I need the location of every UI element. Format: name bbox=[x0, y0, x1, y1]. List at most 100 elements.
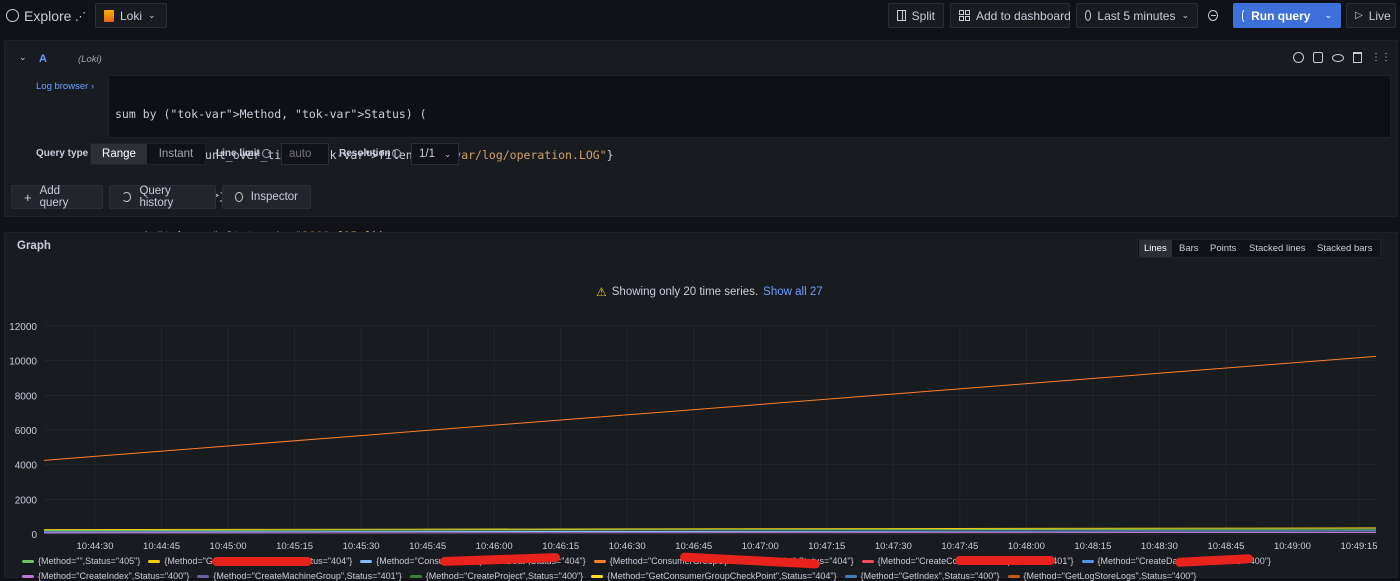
legend-label: {Method="CreateIndex",Status="400"} bbox=[38, 571, 190, 581]
trash-icon[interactable] bbox=[1353, 52, 1362, 63]
help-icon[interactable] bbox=[1293, 52, 1304, 63]
dashboard-icon bbox=[959, 10, 970, 21]
resolution-label: Resolution bbox=[339, 148, 391, 159]
info-icon bbox=[392, 149, 401, 158]
log-browser-label: Log browser bbox=[36, 81, 89, 92]
legend-swatch bbox=[844, 574, 857, 578]
mode-stacked-lines[interactable]: Stacked lines bbox=[1244, 240, 1311, 257]
drag-handle-icon[interactable]: ⋮⋮ bbox=[1371, 52, 1391, 63]
chevron-down-icon: ⌄ bbox=[444, 149, 451, 159]
info-icon bbox=[262, 149, 271, 158]
share-icon[interactable]: ⋰ bbox=[75, 10, 86, 23]
clock-icon bbox=[1085, 10, 1092, 21]
history-icon bbox=[122, 192, 132, 202]
legend-item[interactable]: {Method="CreateProject",Status="400"} bbox=[409, 571, 584, 581]
run-query-label: Run query bbox=[1251, 8, 1311, 23]
add-query-label: Add query bbox=[39, 185, 69, 209]
legend-item[interactable]: {Method="",Status="405"} bbox=[22, 556, 140, 566]
redaction-mark bbox=[212, 557, 312, 566]
datasource-name: Loki bbox=[120, 8, 143, 23]
code-line-1: sum by ("tok-var">Method, "tok-var">Stat… bbox=[115, 107, 427, 121]
legend-item[interactable]: {Method="GetConsumerGroupCheckPoint",Sta… bbox=[591, 571, 837, 581]
resolution-value: 1/1 bbox=[419, 148, 435, 160]
query-history-button[interactable]: Query history bbox=[109, 185, 216, 209]
legend-swatch bbox=[22, 574, 34, 578]
legend-item[interactable]: {Method="CreateIndex",Status="400"} bbox=[22, 571, 189, 581]
warning-text: Showing only 20 time series. bbox=[611, 286, 759, 298]
chevron-down-icon: ⌄ bbox=[1181, 10, 1189, 20]
query-type-label: Query type bbox=[36, 148, 89, 159]
inspector-label: Inspector bbox=[250, 191, 298, 203]
query-row-actions: ⋮⋮ bbox=[1293, 52, 1391, 63]
split-button[interactable]: Split bbox=[888, 3, 944, 28]
add-query-button[interactable]: + Add query bbox=[11, 185, 103, 209]
warning-icon: ⚠ bbox=[596, 285, 607, 299]
legend-swatch bbox=[22, 559, 34, 563]
legend-swatch bbox=[1081, 559, 1094, 563]
mode-stacked-bars[interactable]: Stacked bars bbox=[1312, 240, 1377, 257]
legend-swatch bbox=[360, 559, 373, 563]
page-title: Explore bbox=[24, 8, 72, 24]
legend-label: {Method="GetIndex",Status="400"} bbox=[860, 571, 1000, 581]
line-limit-label: Line limit bbox=[216, 148, 260, 159]
info-circle-icon bbox=[235, 192, 243, 202]
legend-swatch bbox=[861, 559, 874, 563]
resolution-select[interactable]: 1/1 ⌄ bbox=[411, 143, 459, 165]
query-type-toggle: Range Instant bbox=[90, 143, 206, 165]
query-type-instant[interactable]: Instant bbox=[147, 144, 205, 164]
log-browser-button[interactable]: Log browser › bbox=[36, 81, 94, 92]
split-icon bbox=[897, 10, 906, 21]
legend-swatch bbox=[197, 574, 210, 578]
legend-item[interactable]: {Method="CreateMachineGroup",Status="401… bbox=[197, 571, 402, 581]
legend-swatch bbox=[409, 574, 422, 578]
loki-logo-icon bbox=[104, 9, 114, 22]
legend-swatch bbox=[1007, 574, 1020, 578]
legend-label: {Method="CreateProject",Status="400"} bbox=[425, 571, 584, 581]
top-navbar: Explore ⋰ Loki ⌄ Split Add to dashboard … bbox=[0, 0, 1400, 32]
plus-icon: + bbox=[24, 189, 32, 205]
legend-label: {Method="CreateMachineGroup",Status="401… bbox=[213, 571, 402, 581]
show-all-link[interactable]: Show all 27 bbox=[763, 286, 822, 298]
redaction-mark bbox=[955, 556, 1055, 565]
zoom-out-button[interactable] bbox=[1200, 3, 1226, 28]
legend-label: {Method="GetLogStoreLogs",Status="400"} bbox=[1023, 571, 1197, 581]
duplicate-icon[interactable] bbox=[1313, 52, 1323, 63]
live-label: Live bbox=[1368, 8, 1391, 23]
inspector-button[interactable]: Inspector bbox=[222, 185, 311, 209]
graph-title: Graph bbox=[17, 240, 51, 252]
legend-row-2: {Method="CreateIndex",Status="400"} {Meth… bbox=[22, 571, 1196, 581]
query-datasource-tag: (Loki) bbox=[78, 54, 102, 65]
graph-panel bbox=[4, 232, 1398, 578]
add-to-dashboard-button[interactable]: Add to dashboard bbox=[950, 3, 1071, 28]
query-type-range[interactable]: Range bbox=[91, 144, 147, 164]
mode-lines[interactable]: Lines bbox=[1139, 240, 1172, 257]
refresh-icon bbox=[1242, 9, 1246, 22]
chevron-down-icon: ⌄ bbox=[148, 10, 156, 20]
mode-bars[interactable]: Bars bbox=[1174, 240, 1204, 257]
run-query-button[interactable]: Run query ⌄ bbox=[1233, 3, 1341, 28]
legend-row-1: {Method="",Status="405"}{Method="GetPost… bbox=[22, 556, 1271, 566]
explore-icon bbox=[6, 9, 19, 22]
legend-item[interactable]: {Method="GetIndex",Status="400"} bbox=[844, 571, 1000, 581]
datasource-picker[interactable]: Loki ⌄ bbox=[95, 3, 167, 28]
legend-swatch bbox=[591, 574, 604, 578]
series-limit-warning: ⚠ Showing only 20 time series. Show all … bbox=[596, 285, 823, 299]
mode-points[interactable]: Points bbox=[1205, 240, 1241, 257]
time-range-label: Last 5 minutes bbox=[1097, 8, 1176, 23]
legend-item[interactable]: {Method="GetLogStoreLogs",Status="400"} bbox=[1007, 571, 1197, 581]
eye-icon[interactable] bbox=[1332, 54, 1344, 62]
collapse-chevron-icon[interactable]: ⌄ bbox=[19, 52, 27, 63]
legend-swatch bbox=[593, 559, 606, 563]
query-history-label: Query history bbox=[139, 185, 174, 209]
split-label: Split bbox=[911, 8, 935, 23]
time-range-picker[interactable]: Last 5 minutes ⌄ bbox=[1076, 3, 1198, 28]
add-to-dashboard-label: Add to dashboard bbox=[976, 8, 1071, 23]
chevron-down-icon[interactable]: ⌄ bbox=[1324, 10, 1332, 21]
legend-swatch bbox=[148, 559, 161, 563]
legend-label: {Method="GetConsumerGroupCheckPoint",Sta… bbox=[607, 571, 837, 581]
play-icon: ▷ bbox=[1355, 10, 1363, 21]
query-letter[interactable]: A bbox=[39, 53, 47, 65]
line-limit-input[interactable] bbox=[281, 143, 329, 165]
query-code-editor[interactable]: sum by ("tok-var">Method, "tok-var">Stat… bbox=[108, 75, 1391, 242]
live-button[interactable]: ▷ Live bbox=[1346, 3, 1396, 28]
